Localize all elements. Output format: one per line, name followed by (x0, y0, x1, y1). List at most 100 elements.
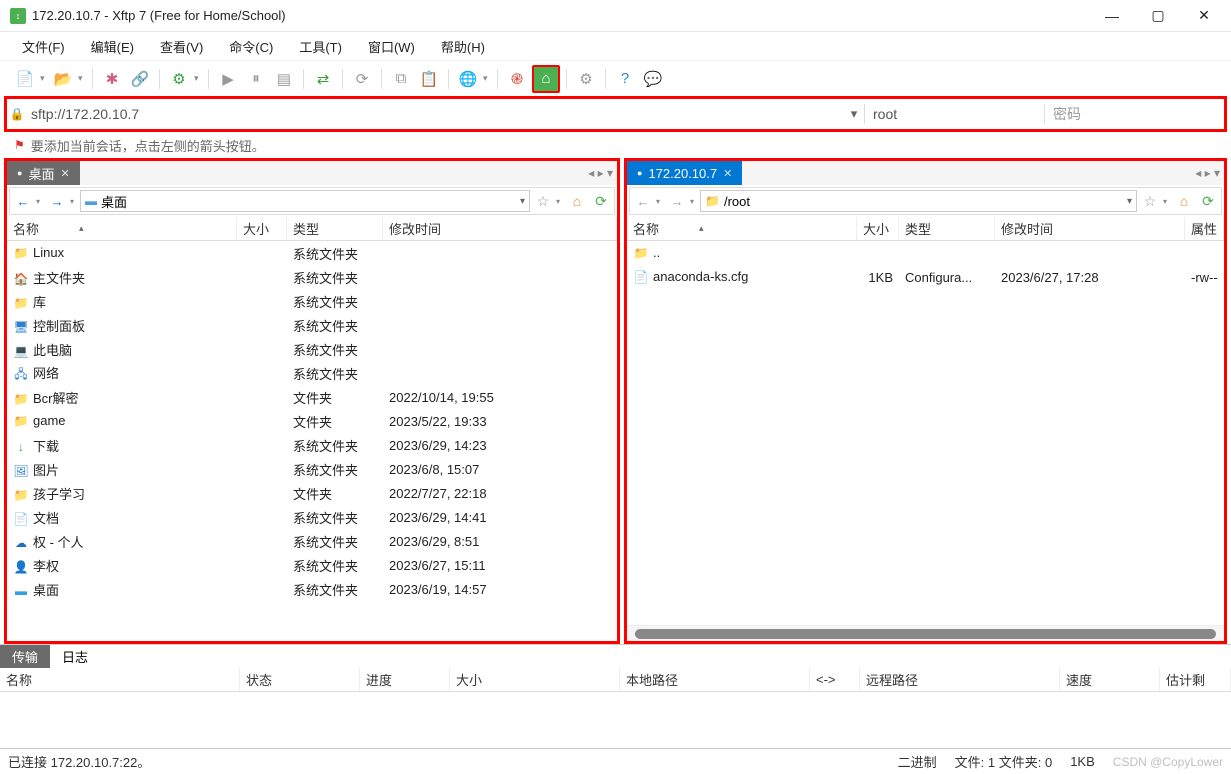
transfer-icon[interactable]: ⇄ (310, 66, 336, 92)
menu-window[interactable]: 窗口(W) (358, 35, 425, 58)
address-dropdown[interactable]: ▾ (844, 106, 864, 122)
remote-path-combo[interactable]: 📁 ▾ (700, 190, 1137, 212)
col-attr[interactable]: 属性 (1185, 217, 1224, 240)
remote-list-body[interactable]: 📁..📄anaconda-ks.cfg1KBConfigura...2023/6… (627, 241, 1224, 625)
chevron-down-icon[interactable]: ▾ (520, 196, 525, 207)
local-path-input[interactable] (101, 194, 516, 209)
username-input[interactable] (864, 104, 1044, 124)
refresh-icon[interactable]: ⟳ (590, 190, 612, 212)
menubar: 文件(F) 编辑(E) 查看(V) 命令(C) 工具(T) 窗口(W) 帮助(H… (0, 32, 1231, 60)
close-icon[interactable]: ✕ (723, 167, 732, 180)
list-item[interactable]: 📁孩子学习文件夹2022/7/27, 22:18 (7, 481, 617, 505)
link-icon[interactable]: 🔗 (127, 66, 153, 92)
pause-icon[interactable]: ⏸ (243, 66, 269, 92)
back-button[interactable]: ← (632, 190, 654, 212)
tcol-name[interactable]: 名称 (0, 668, 240, 691)
refresh-icon[interactable]: ⟳ (349, 66, 375, 92)
settings-cog-icon[interactable]: ⚙ (573, 66, 599, 92)
local-list-body[interactable]: 📁Linux系统文件夹🏠主文件夹系统文件夹📁库系统文件夹🖥控制面板系统文件夹💻此… (7, 241, 617, 641)
flag-icon: ⚑ (14, 138, 25, 152)
list-item[interactable]: 📁game文件夹2023/5/22, 19:33 (7, 409, 617, 433)
menu-command[interactable]: 命令(C) (219, 35, 283, 58)
list-item[interactable]: 🖧网络系统文件夹 (7, 361, 617, 385)
col-type[interactable]: 类型 (899, 217, 995, 240)
close-button[interactable]: ✕ (1181, 0, 1227, 32)
col-name[interactable]: 名称▴ (7, 217, 237, 240)
help-icon[interactable]: ? (612, 66, 638, 92)
tcol-remote[interactable]: 远程路径 (860, 668, 1060, 691)
local-tabrow: ● 桌面 ✕ ◂ ▸ ▾ (7, 161, 617, 185)
menu-view[interactable]: 查看(V) (150, 35, 213, 58)
new-session-icon[interactable]: 📄 (12, 66, 38, 92)
tcol-local[interactable]: 本地路径 (620, 668, 810, 691)
list-item[interactable]: 📁Linux系统文件夹 (7, 241, 617, 265)
local-tab[interactable]: ● 桌面 ✕ (7, 161, 80, 185)
password-input[interactable] (1044, 104, 1224, 124)
red-swirl-icon[interactable]: ֎ (504, 66, 530, 92)
close-icon[interactable]: ✕ (60, 167, 69, 180)
menu-edit[interactable]: 编辑(E) (81, 35, 144, 58)
copy-icon[interactable]: ⧉ (388, 66, 414, 92)
menu-file[interactable]: 文件(F) (12, 35, 75, 58)
list-item[interactable]: 👤李权系统文件夹2023/6/27, 15:11 (7, 553, 617, 577)
minimize-button[interactable]: — (1089, 0, 1135, 32)
sync-icon[interactable]: ✱ (99, 66, 125, 92)
col-mtime[interactable]: 修改时间 (995, 217, 1185, 240)
col-mtime[interactable]: 修改时间 (383, 217, 617, 240)
star-icon[interactable]: ☆ (1139, 190, 1161, 212)
open-folder-icon[interactable]: 📂 (50, 66, 76, 92)
col-type[interactable]: 类型 (287, 217, 383, 240)
menu-tool[interactable]: 工具(T) (289, 35, 352, 58)
list-item[interactable]: 🏠主文件夹系统文件夹 (7, 265, 617, 289)
back-button[interactable]: ← (12, 190, 34, 212)
tcol-speed[interactable]: 速度 (1060, 668, 1160, 691)
forward-button[interactable]: → (666, 190, 688, 212)
home-icon[interactable]: ⌂ (566, 190, 588, 212)
xshell-launch-button[interactable]: ⌂ (532, 65, 560, 93)
list-item[interactable]: 🖼图片系统文件夹2023/6/8, 15:07 (7, 457, 617, 481)
list-item[interactable]: 📁Bcr解密文件夹2022/10/14, 19:55 (7, 385, 617, 409)
play-icon[interactable]: ▶ (215, 66, 241, 92)
titlebar: ↕ 172.20.10.7 - Xftp 7 (Free for Home/Sc… (0, 0, 1231, 32)
page-icon[interactable]: ▤ (271, 66, 297, 92)
tcol-status[interactable]: 状态 (240, 668, 360, 691)
menu-help[interactable]: 帮助(H) (431, 35, 495, 58)
star-icon[interactable]: ☆ (532, 190, 554, 212)
tcol-eta[interactable]: 估计剩 (1160, 668, 1231, 691)
chat-icon[interactable]: 💬 (640, 66, 666, 92)
list-item[interactable]: ▬桌面系统文件夹2023/6/19, 14:57 (7, 577, 617, 601)
remote-path-input[interactable] (724, 194, 1123, 209)
list-item[interactable]: 📁库系统文件夹 (7, 289, 617, 313)
horizontal-scrollbar[interactable] (627, 625, 1224, 641)
maximize-button[interactable]: ▢ (1135, 0, 1181, 32)
tcol-arrows[interactable]: <-> (810, 668, 860, 691)
list-item[interactable]: ↓下载系统文件夹2023/6/29, 14:23 (7, 433, 617, 457)
paste-icon[interactable]: 📋 (416, 66, 442, 92)
local-path-combo[interactable]: ▬ ▾ (80, 190, 530, 212)
forward-button[interactable]: → (46, 190, 68, 212)
list-item[interactable]: 💻此电脑系统文件夹 (7, 337, 617, 361)
list-item[interactable]: 📁.. (627, 241, 1224, 265)
address-input[interactable] (27, 104, 844, 124)
home-icon[interactable]: ⌂ (1173, 190, 1195, 212)
tab-nav-arrows[interactable]: ◂ ▸ ▾ (584, 161, 617, 185)
tcol-size[interactable]: 大小 (450, 668, 620, 691)
tab-transfer[interactable]: 传输 (0, 645, 50, 668)
list-item[interactable]: 📄文档系统文件夹2023/6/29, 14:41 (7, 505, 617, 529)
tab-nav-arrows[interactable]: ◂ ▸ ▾ (1191, 161, 1224, 185)
tab-log[interactable]: 日志 (50, 645, 100, 668)
local-navrow: ←▾ →▾ ▬ ▾ ☆▾ ⌂ ⟳ (9, 187, 615, 215)
col-size[interactable]: 大小 (857, 217, 899, 240)
globe-icon[interactable]: 🌐 (455, 66, 481, 92)
list-item[interactable]: 🖥控制面板系统文件夹 (7, 313, 617, 337)
window-title: 172.20.10.7 - Xftp 7 (Free for Home/Scho… (32, 8, 1089, 23)
tcol-progress[interactable]: 进度 (360, 668, 450, 691)
gear-icon[interactable]: ⚙ (166, 66, 192, 92)
remote-tab[interactable]: ● 172.20.10.7 ✕ (627, 161, 742, 185)
list-item[interactable]: 📄anaconda-ks.cfg1KBConfigura...2023/6/27… (627, 265, 1224, 289)
list-item[interactable]: ☁权 - 个人系统文件夹2023/6/29, 8:51 (7, 529, 617, 553)
col-name[interactable]: 名称▴ (627, 217, 857, 240)
chevron-down-icon[interactable]: ▾ (1127, 196, 1132, 207)
col-size[interactable]: 大小 (237, 217, 287, 240)
refresh-icon[interactable]: ⟳ (1197, 190, 1219, 212)
